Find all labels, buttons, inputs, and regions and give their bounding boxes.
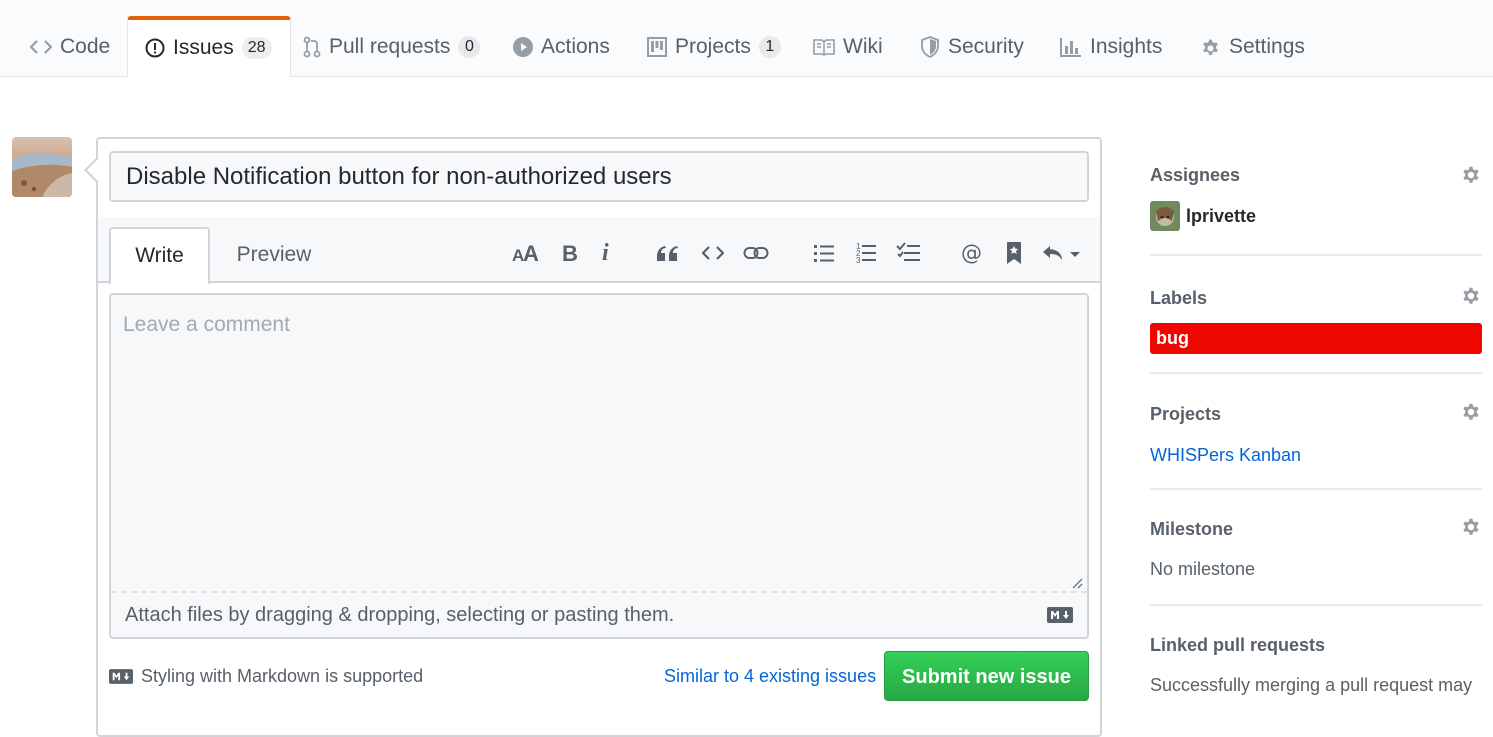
shield-icon	[920, 36, 940, 58]
label-bug[interactable]: bug	[1150, 323, 1482, 354]
tab-actions[interactable]: Actions	[513, 17, 610, 77]
sidebar-milestone: Milestone No milestone	[1150, 490, 1482, 606]
similar-issues-link[interactable]: Similar to 4 existing issues	[664, 666, 876, 687]
gear-icon	[1200, 37, 1221, 58]
quote-icon[interactable]	[649, 235, 685, 271]
tab-label: Pull requests	[329, 35, 451, 58]
milestone-value: No milestone	[1150, 559, 1256, 579]
graph-icon	[1060, 37, 1082, 57]
code-icon	[30, 39, 52, 55]
resize-handle-icon[interactable]	[1071, 577, 1083, 589]
tab-preview[interactable]: Preview	[220, 227, 328, 283]
mention-icon[interactable]: @	[954, 235, 990, 271]
svg-text:B: B	[562, 243, 577, 263]
milestone-heading[interactable]: Milestone	[1150, 519, 1482, 540]
bold-icon[interactable]: B	[551, 235, 587, 271]
svg-text:3: 3	[856, 256, 861, 264]
tab-issues[interactable]: Issues 28	[127, 16, 291, 77]
editor-header: Write Preview AA B i 123 @	[98, 217, 1100, 285]
gear-icon[interactable]	[1460, 164, 1482, 186]
repo-nav: Code Issues 28 Pull requests 0 Actions P…	[0, 0, 1493, 77]
pulls-count-badge: 0	[458, 36, 481, 58]
saved-reply-icon[interactable]	[996, 235, 1032, 271]
book-icon	[813, 38, 835, 56]
comment-textarea[interactable]	[111, 295, 1087, 591]
svg-text:@: @	[961, 242, 982, 264]
author-avatar[interactable]	[12, 137, 72, 197]
italic-icon[interactable]: i	[588, 235, 624, 271]
attach-files-text: Attach files by dragging & dropping, sel…	[125, 603, 675, 626]
comment-box: Attach files by dragging & dropping, sel…	[109, 293, 1089, 639]
tab-label: Settings	[1229, 35, 1305, 58]
unordered-list-icon[interactable]	[806, 235, 842, 271]
sidebar-linked-prs: Linked pull requests Successfully mergin…	[1150, 606, 1482, 696]
tab-insights[interactable]: Insights	[1060, 17, 1162, 77]
reply-icon[interactable]	[1038, 235, 1088, 271]
linked-prs-text: Successfully merging a pull request may	[1150, 675, 1473, 695]
projects-heading[interactable]: Projects	[1150, 404, 1482, 425]
sidebar-projects: Projects WHISPers Kanban	[1150, 374, 1482, 490]
linked-prs-heading: Linked pull requests	[1150, 635, 1326, 655]
text-size-icon[interactable]: AA	[508, 235, 544, 271]
svg-text:A: A	[523, 243, 539, 263]
assignee-name: lprivette	[1186, 205, 1257, 226]
assignee-item[interactable]: lprivette	[1150, 201, 1482, 231]
play-icon	[513, 37, 533, 57]
sidebar-assignees: Assignees lprivette	[1150, 150, 1482, 256]
markdown-icon	[1047, 607, 1073, 623]
tab-code[interactable]: Code	[30, 17, 110, 77]
tab-label: Wiki	[843, 35, 883, 58]
sidebar-labels: Labels bug	[1150, 256, 1482, 374]
tab-pull-requests[interactable]: Pull requests 0	[303, 17, 481, 77]
tab-security[interactable]: Security	[920, 17, 1024, 77]
file-attach-bar[interactable]: Attach files by dragging & dropping, sel…	[111, 591, 1087, 637]
projects-count-badge: 1	[758, 36, 781, 58]
tab-label: Actions	[541, 35, 610, 58]
labels-heading[interactable]: Labels	[1150, 288, 1482, 309]
gear-icon[interactable]	[1460, 285, 1482, 307]
svg-text:i: i	[602, 242, 609, 264]
tab-label: Security	[948, 35, 1024, 58]
tab-settings[interactable]: Settings	[1200, 17, 1305, 77]
landscape-photo-icon	[12, 137, 72, 197]
assignees-heading[interactable]: Assignees	[1150, 165, 1482, 186]
submit-new-issue-button[interactable]: Submit new issue	[884, 651, 1089, 701]
markdown-note-text: Styling with Markdown is supported	[141, 666, 424, 686]
avatar	[1150, 201, 1180, 231]
form-actions: Styling with Markdown is supported Simil…	[96, 650, 1102, 701]
tab-label: Issues	[173, 36, 234, 59]
tab-write[interactable]: Write	[109, 227, 210, 285]
issues-count-badge: 28	[241, 37, 272, 59]
link-icon[interactable]	[738, 235, 774, 271]
tab-label: Code	[60, 35, 111, 58]
gear-icon[interactable]	[1460, 516, 1482, 538]
gear-icon[interactable]	[1460, 401, 1482, 423]
project-icon	[647, 37, 667, 57]
tab-label: Insights	[1090, 35, 1163, 58]
tasklist-icon[interactable]	[890, 235, 926, 271]
markdown-icon	[109, 669, 133, 684]
issue-opened-icon	[145, 38, 165, 58]
ordered-list-icon[interactable]: 123	[848, 235, 884, 271]
code-icon[interactable]	[695, 235, 731, 271]
git-pull-request-icon	[303, 36, 321, 58]
tab-label: Projects	[675, 35, 751, 58]
project-link[interactable]: WHISPers Kanban	[1150, 445, 1301, 465]
issue-title-input[interactable]	[109, 151, 1089, 202]
new-issue-form: Write Preview AA B i 123 @	[84, 137, 1102, 737]
markdown-note[interactable]: Styling with Markdown is supported	[109, 666, 423, 687]
issue-sidebar: Assignees lprivette Labels bug Projects	[1150, 150, 1482, 696]
tab-projects[interactable]: Projects 1	[647, 17, 781, 77]
tab-wiki[interactable]: Wiki	[813, 17, 883, 77]
